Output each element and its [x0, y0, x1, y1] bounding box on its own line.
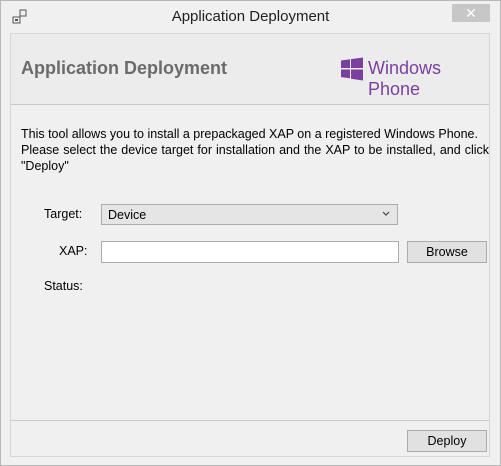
dialog-body: Application Deployment Windows Phone Thi…: [10, 33, 490, 457]
chevron-down-icon: [382, 211, 390, 216]
description-line-2: Please select the device target for inst…: [21, 143, 489, 173]
brand-text: Windows Phone: [368, 58, 442, 99]
target-select[interactable]: Device: [101, 204, 398, 225]
close-icon: ✕: [465, 5, 477, 21]
xap-label: XAP:: [59, 244, 88, 258]
deploy-button[interactable]: Deploy: [407, 430, 487, 452]
window-title: Application Deployment: [171, 8, 330, 25]
app-window: Application Deployment ✕ Application Dep…: [0, 0, 501, 466]
header-banner: Application Deployment Windows Phone: [11, 34, 489, 105]
browse-button[interactable]: Browse: [407, 241, 487, 263]
xap-path-input[interactable]: [101, 241, 399, 263]
target-label: Target:: [44, 207, 83, 221]
footer-divider: [11, 420, 489, 421]
description: This tool allows you to install a prepac…: [21, 126, 489, 174]
target-select-value: Device: [108, 208, 147, 222]
windows-logo-icon: [341, 57, 363, 81]
page-title: Application Deployment: [21, 58, 228, 78]
title-bar[interactable]: Application Deployment ✕: [1, 1, 500, 33]
status-label: Status:: [44, 279, 83, 293]
close-button[interactable]: ✕: [452, 4, 490, 22]
description-line-1: This tool allows you to install a prepac…: [21, 127, 478, 141]
